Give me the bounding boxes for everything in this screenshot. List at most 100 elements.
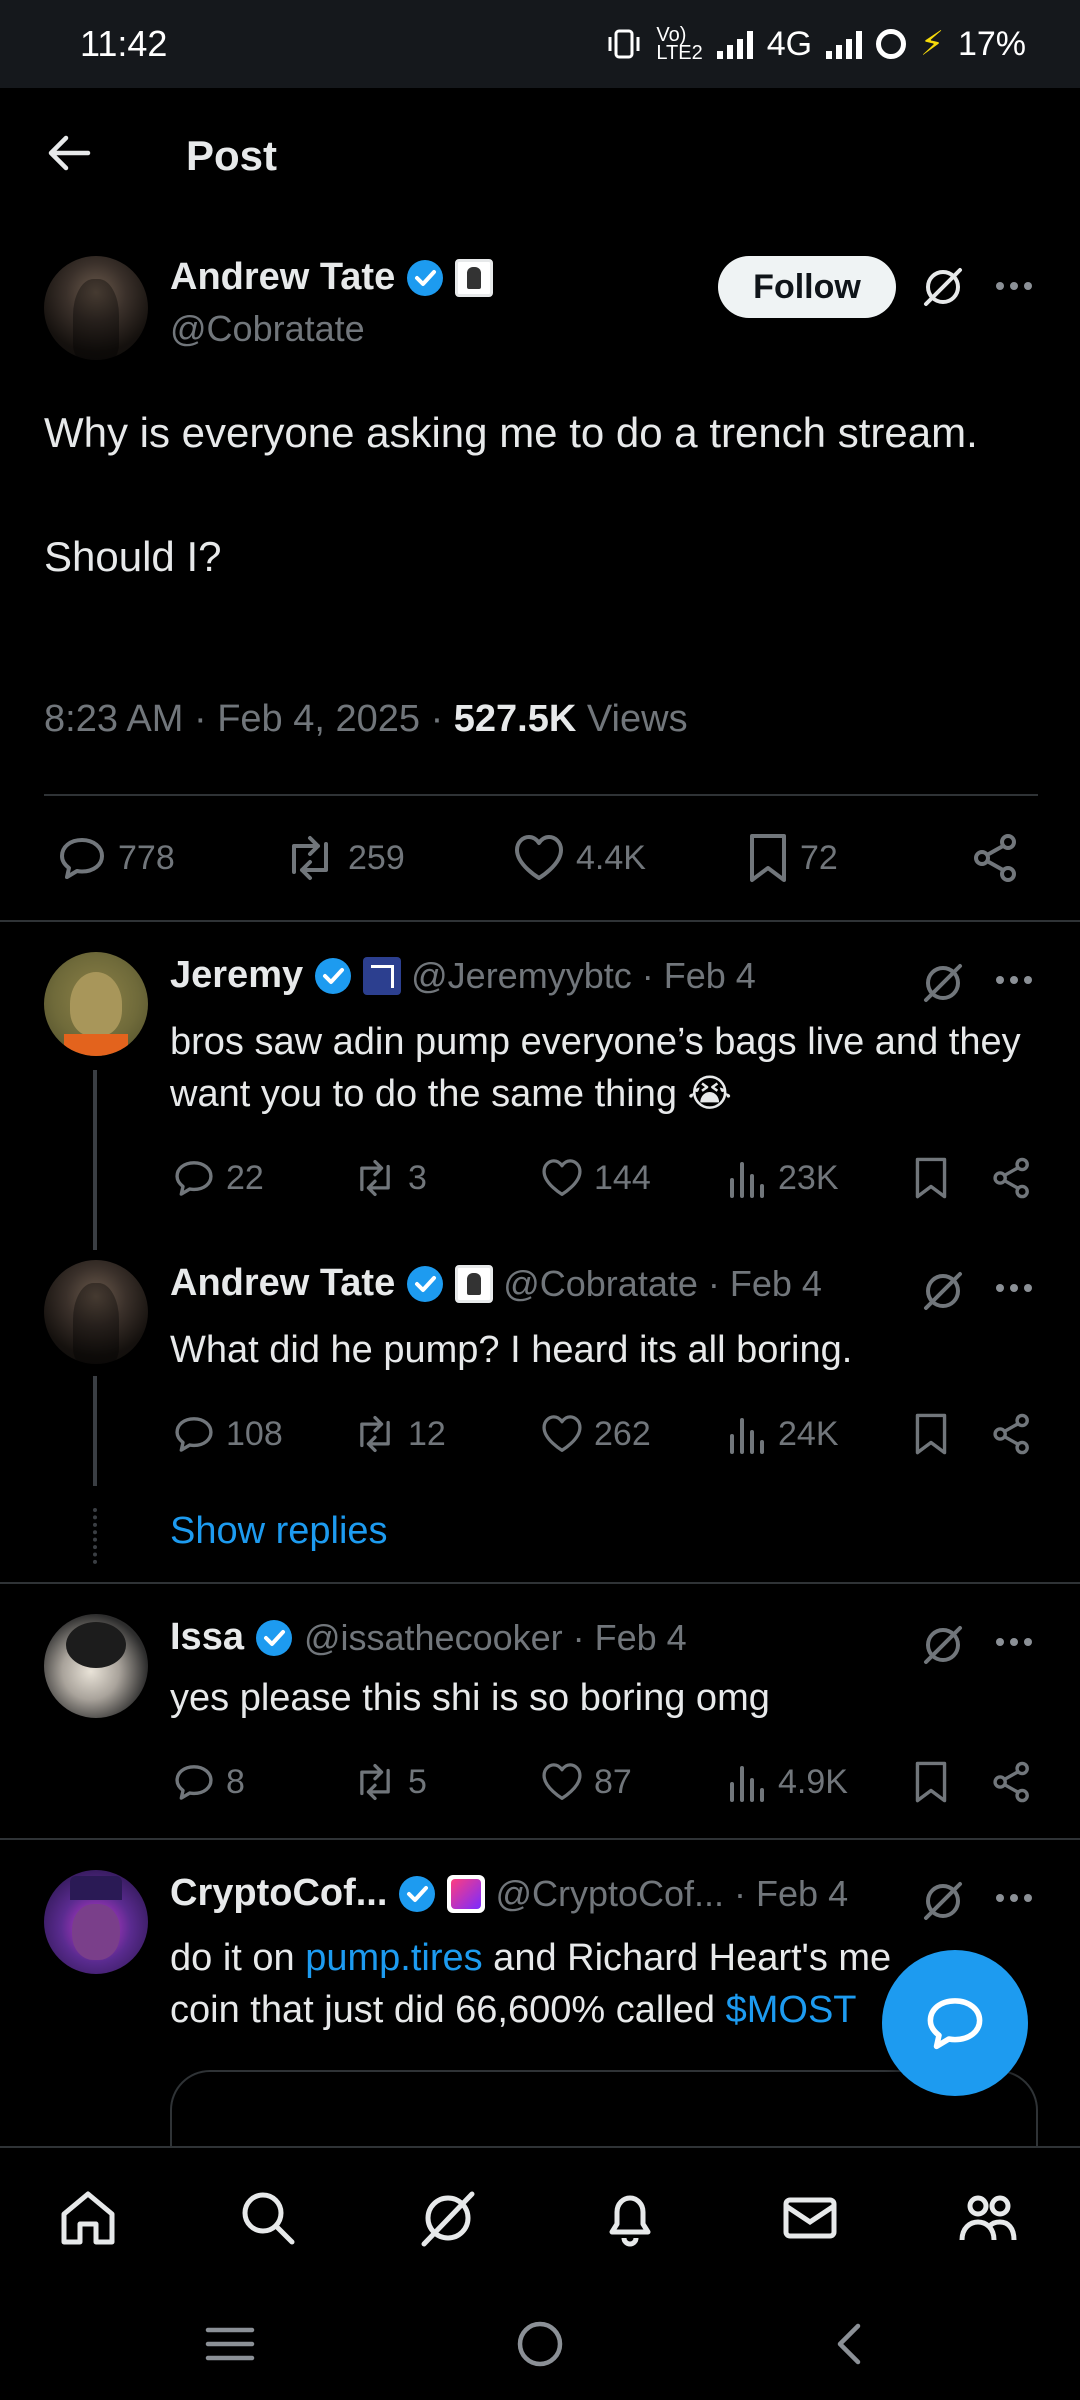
- home-button-icon[interactable]: [514, 2318, 566, 2370]
- repost-button[interactable]: 5: [352, 1760, 427, 1804]
- like-button[interactable]: 4.4K: [512, 832, 646, 884]
- grok-icon[interactable]: [920, 960, 966, 1006]
- bottom-nav: [0, 2146, 1080, 2286]
- heart-icon: [515, 835, 563, 880]
- views-button[interactable]: 4.9K: [728, 1760, 848, 1804]
- avatar[interactable]: [44, 952, 148, 1056]
- avatar[interactable]: [44, 1614, 148, 1718]
- post-text: Why is everyone asking me to do a trench…: [44, 409, 978, 580]
- arrow-left-icon[interactable]: [44, 128, 94, 178]
- bell-icon[interactable]: [598, 2186, 662, 2250]
- views-button[interactable]: 24K: [728, 1412, 839, 1456]
- reply-author-name[interactable]: Andrew Tate: [170, 1262, 395, 1305]
- signal-icon-2: [826, 29, 863, 59]
- reply-icon: [60, 838, 104, 879]
- reply-button[interactable]: 108: [172, 1412, 283, 1456]
- affiliate-badge-icon[interactable]: [363, 956, 402, 995]
- heart-icon: [542, 1159, 582, 1196]
- reply-author-name[interactable]: Issa: [170, 1616, 244, 1659]
- like-button[interactable]: 87: [540, 1760, 632, 1804]
- reply-button[interactable]: 8: [172, 1760, 245, 1804]
- bookmark-icon[interactable]: [912, 1760, 950, 1804]
- divider: [0, 1838, 1080, 1840]
- reply-author-name[interactable]: Jeremy: [170, 954, 303, 997]
- bookmark-icon[interactable]: [912, 1156, 950, 1200]
- views-count: 527.5K: [453, 698, 577, 740]
- reply-text: bros saw adin pump everyone’s bags live …: [170, 1021, 1021, 1115]
- more-icon[interactable]: [996, 1894, 1036, 1906]
- share-icon[interactable]: [990, 1760, 1034, 1804]
- verified-icon: [315, 957, 352, 994]
- share-icon[interactable]: [990, 1156, 1034, 1200]
- show-replies-link[interactable]: Show replies: [170, 1510, 388, 1553]
- reply-button[interactable]: 778: [56, 832, 175, 884]
- avatar[interactable]: [44, 1260, 148, 1364]
- like-button[interactable]: 144: [540, 1156, 651, 1200]
- like-button[interactable]: 262: [540, 1412, 651, 1456]
- repost-icon: [360, 1763, 390, 1801]
- affiliate-badge-icon[interactable]: [455, 1264, 494, 1303]
- verified-icon: [407, 259, 444, 296]
- more-icon[interactable]: [996, 1638, 1036, 1650]
- more-icon[interactable]: [996, 976, 1036, 988]
- reply-icon: [175, 1161, 213, 1196]
- author-handle[interactable]: @Cobratate: [170, 308, 365, 350]
- views-icon: [730, 1162, 764, 1198]
- reply-button[interactable]: 22: [172, 1156, 264, 1200]
- people-icon[interactable]: [956, 2186, 1020, 2250]
- views-icon: [730, 1418, 764, 1454]
- affiliate-badge-icon[interactable]: [447, 1874, 486, 1913]
- more-icon[interactable]: [996, 282, 1036, 294]
- repost-icon: [292, 836, 328, 880]
- repost-button[interactable]: 3: [352, 1156, 427, 1200]
- repost-icon: [360, 1159, 390, 1197]
- reply-icon: [175, 1417, 213, 1452]
- status-time: 11:42: [80, 23, 168, 64]
- home-icon[interactable]: [56, 2186, 120, 2250]
- grok-icon[interactable]: [416, 2186, 480, 2250]
- reply-author-name[interactable]: CryptoCof...: [170, 1872, 387, 1915]
- views-label: Views: [576, 698, 688, 740]
- thread-line: [93, 1376, 97, 1486]
- author-name[interactable]: Andrew Tate: [170, 256, 395, 299]
- author-line: Andrew Tate: [170, 256, 494, 299]
- bookmark-icon[interactable]: [912, 1412, 950, 1456]
- cashtag-link[interactable]: $MOST: [726, 1989, 857, 2031]
- share-icon[interactable]: [990, 1412, 1034, 1456]
- reply-handle-date[interactable]: @issathecooker · Feb 4: [304, 1617, 687, 1659]
- verified-icon: [255, 1619, 292, 1656]
- vibrate-icon: [608, 29, 640, 59]
- grok-icon[interactable]: [920, 264, 966, 310]
- affiliate-badge-icon[interactable]: [455, 258, 494, 297]
- share-icon[interactable]: [970, 832, 1022, 884]
- heart-icon: [542, 1415, 582, 1452]
- post-timestamp[interactable]: 8:23 AM · Feb 4, 2025 ·: [44, 698, 454, 740]
- more-icon[interactable]: [996, 1284, 1036, 1296]
- reply-header: Andrew Tate @Cobratate · Feb 4: [170, 1262, 822, 1305]
- repost-button[interactable]: 12: [352, 1412, 446, 1456]
- avatar[interactable]: [44, 1870, 148, 1974]
- reply-handle-date[interactable]: @Cobratate · Feb 4: [503, 1263, 822, 1305]
- compose-reply-button[interactable]: [882, 1950, 1028, 2096]
- views-button[interactable]: 23K: [728, 1156, 839, 1200]
- mail-icon[interactable]: [778, 2186, 842, 2250]
- grok-icon[interactable]: [920, 1268, 966, 1314]
- repost-button[interactable]: 259: [282, 832, 405, 884]
- grok-icon[interactable]: [920, 1622, 966, 1668]
- reply-handle-date[interactable]: @CryptoCof... · Feb 4: [495, 1873, 848, 1915]
- follow-button[interactable]: Follow: [718, 256, 896, 318]
- link-pump-tires[interactable]: pump.tires: [305, 1937, 482, 1979]
- recent-apps-icon[interactable]: [204, 2322, 256, 2366]
- signal-icon: [716, 29, 753, 59]
- grok-icon[interactable]: [920, 1878, 966, 1924]
- status-bar: 11:42 Vo) LTE2 4G ⚡ 17%: [0, 0, 1080, 88]
- reply-icon: [175, 1765, 213, 1800]
- heart-icon: [542, 1763, 582, 1800]
- search-icon[interactable]: [236, 2186, 300, 2250]
- post-meta: 8:23 AM · Feb 4, 2025 · 527.5K Views: [44, 698, 688, 741]
- avatar[interactable]: [44, 256, 148, 360]
- back-button-icon[interactable]: [830, 2320, 870, 2368]
- reply-handle-date[interactable]: @Jeremyybtc · Feb 4: [411, 955, 756, 997]
- thread-line: [93, 1070, 97, 1250]
- bookmark-button[interactable]: 72: [746, 832, 838, 884]
